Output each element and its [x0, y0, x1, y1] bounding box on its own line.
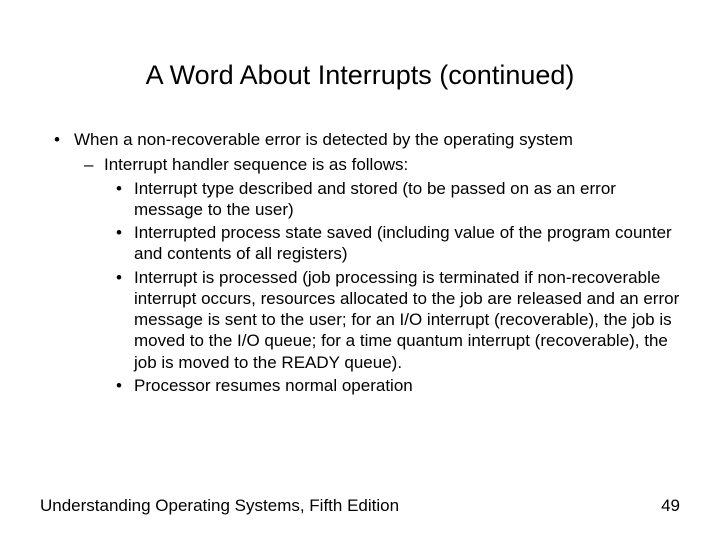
sub-list: Interrupt handler sequence is as follows…	[74, 154, 680, 396]
list-item: Interrupted process state saved (includi…	[134, 222, 680, 265]
bullet-text: Interrupt is processed (job processing i…	[134, 268, 679, 372]
bullet-text: Interrupt type described and stored (to …	[134, 179, 616, 219]
list-item: Interrupt is processed (job processing i…	[134, 267, 680, 373]
bullet-text: Processor resumes normal operation	[134, 376, 413, 395]
list-item: When a non-recoverable error is detected…	[74, 129, 680, 396]
bullet-text: Interrupted process state saved (includi…	[134, 223, 672, 263]
slide-title: A Word About Interrupts (continued)	[40, 60, 680, 91]
list-item: Interrupt type described and stored (to …	[134, 178, 680, 221]
list-item: Interrupt handler sequence is as follows…	[104, 154, 680, 396]
bullet-list: When a non-recoverable error is detected…	[40, 129, 680, 396]
bullet-text: When a non-recoverable error is detected…	[74, 130, 573, 149]
list-item: Processor resumes normal operation	[134, 375, 680, 396]
sub-sub-list: Interrupt type described and stored (to …	[104, 178, 680, 397]
bullet-text: Interrupt handler sequence is as follows…	[104, 155, 408, 174]
slide: A Word About Interrupts (continued) When…	[0, 0, 720, 396]
page-number: 49	[661, 496, 680, 516]
book-title: Understanding Operating Systems, Fifth E…	[40, 496, 399, 516]
footer: Understanding Operating Systems, Fifth E…	[40, 496, 680, 516]
